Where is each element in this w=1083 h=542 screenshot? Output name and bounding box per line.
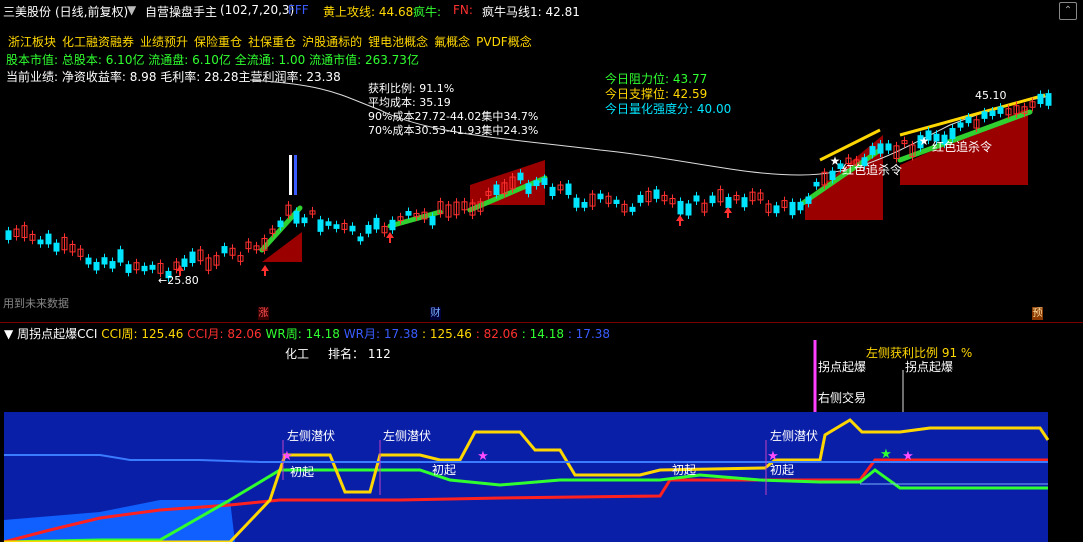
start-label-1: 初起 [290, 465, 315, 479]
start-label-4: 初起 [770, 463, 795, 477]
turn-point-label-2: 拐点起爆 [905, 360, 954, 374]
start-label-3: 初起 [672, 463, 697, 477]
star-icon: ★ [281, 449, 293, 464]
star-icon: ★ [902, 449, 914, 464]
start-label-2: 初起 [432, 463, 457, 477]
star-icon: ★ [477, 449, 489, 464]
left-lurk-label-3: 左侧潜伏 [770, 429, 819, 443]
turn-point-label-1: 拐点起爆 [818, 360, 867, 374]
left-lurk-label-1: 左侧潜伏 [287, 429, 336, 443]
cci-indicator-chart[interactable]: ★ ★ ★ ★ ★ [0, 0, 1083, 542]
right-trade-label: 右侧交易 [818, 391, 867, 405]
star-icon: ★ [880, 447, 892, 462]
left-lurk-label-2: 左侧潜伏 [383, 429, 432, 443]
